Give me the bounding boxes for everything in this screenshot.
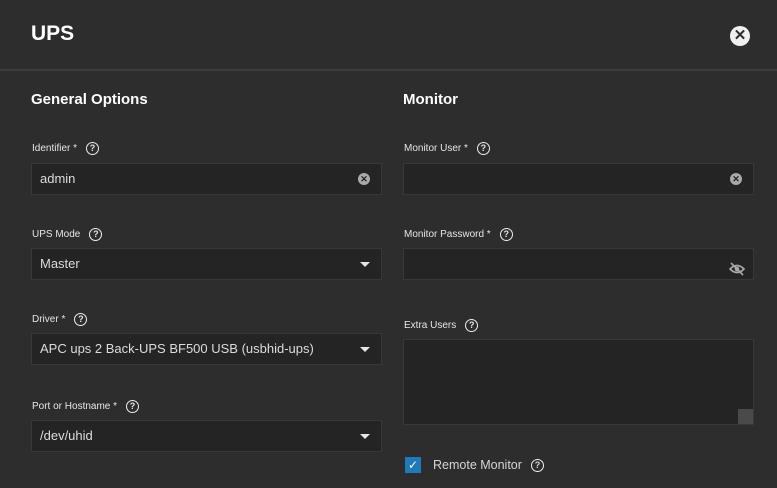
remote-monitor-label: Remote Monitor?	[433, 458, 544, 472]
monitor-password-input[interactable]	[403, 248, 754, 280]
help-icon[interactable]: ?	[530, 458, 544, 472]
port-label-text: Port or Hostname *	[32, 401, 118, 412]
clear-icon[interactable]: ✕	[730, 173, 742, 185]
monitor-user-label: Monitor User *?	[404, 142, 490, 155]
help-icon[interactable]: ?	[499, 228, 513, 241]
help-icon[interactable]: ?	[476, 142, 490, 155]
monitor-password-label-text: Monitor Password *	[404, 229, 491, 240]
ups-mode-select[interactable]: Master	[31, 248, 382, 280]
dialog-title: UPS	[31, 22, 75, 45]
clear-icon[interactable]: ✕	[358, 173, 370, 185]
help-icon[interactable]: ?	[465, 319, 479, 332]
monitor-heading: Monitor	[403, 91, 458, 108]
identifier-label-text: Identifier *	[32, 143, 78, 154]
ups-mode-label: UPS Mode?	[32, 228, 103, 241]
driver-select[interactable]: APC ups 2 Back-UPS BF500 USB (usbhid-ups…	[31, 333, 382, 365]
close-icon[interactable]: ✕	[730, 26, 750, 46]
help-icon[interactable]: ?	[89, 228, 103, 241]
help-icon[interactable]: ?	[126, 400, 140, 413]
chevron-down-icon	[360, 434, 370, 439]
identifier-input[interactable]: admin ✕	[31, 163, 382, 195]
general-options-heading: General Options	[31, 91, 148, 108]
extra-users-label-text: Extra Users	[404, 320, 457, 331]
driver-label: Driver *?	[32, 313, 88, 326]
chevron-down-icon	[360, 347, 370, 352]
remote-monitor-checkbox[interactable]: ✓	[405, 457, 421, 473]
identifier-value: admin	[40, 171, 76, 186]
monitor-user-input[interactable]: ✕	[403, 163, 754, 195]
extra-users-textarea[interactable]	[403, 339, 754, 425]
remote-monitor-label-text: Remote Monitor	[433, 458, 522, 472]
monitor-user-label-text: Monitor User *	[404, 143, 468, 154]
driver-value: APC ups 2 Back-UPS BF500 USB (usbhid-ups…	[40, 341, 314, 356]
dialog-header: UPS ✕	[0, 0, 777, 71]
help-icon[interactable]: ?	[86, 142, 100, 155]
eye-off-icon[interactable]	[728, 257, 746, 287]
extra-users-label: Extra Users?	[404, 319, 479, 332]
resize-handle[interactable]	[738, 409, 753, 424]
ups-mode-label-text: UPS Mode	[32, 229, 81, 240]
help-icon[interactable]: ?	[74, 313, 88, 326]
port-label: Port or Hostname *?	[32, 400, 140, 413]
port-select[interactable]: /dev/uhid	[31, 420, 382, 452]
driver-label-text: Driver *	[32, 314, 66, 325]
port-value: /dev/uhid	[40, 428, 93, 443]
ups-mode-value: Master	[40, 256, 80, 271]
chevron-down-icon	[360, 262, 370, 267]
monitor-password-label: Monitor Password *?	[404, 228, 513, 241]
identifier-label: Identifier *?	[32, 142, 100, 155]
